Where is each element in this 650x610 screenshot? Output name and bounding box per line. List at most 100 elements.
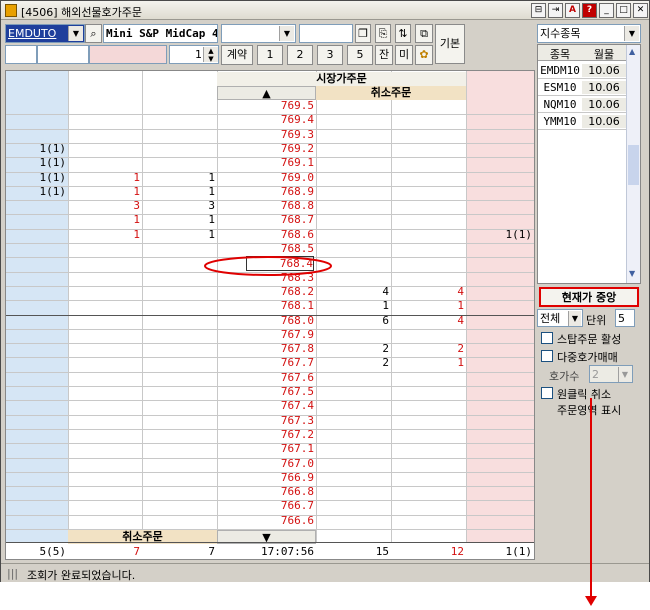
bid-order-cell[interactable]: [391, 171, 464, 185]
remain-button[interactable]: 잔: [375, 45, 393, 65]
bid-cancel-cell[interactable]: [466, 142, 532, 156]
bid-order-cell[interactable]: [391, 414, 464, 428]
ask-cancel-cell[interactable]: [6, 242, 66, 256]
bid-cancel-cell[interactable]: [466, 242, 532, 256]
bid-cancel-cell[interactable]: [466, 371, 532, 385]
copy-icon[interactable]: ❐: [355, 24, 371, 43]
ask-cancel-cell[interactable]: [6, 399, 66, 413]
bid-order-cell[interactable]: [391, 514, 464, 528]
bid-order-cell[interactable]: [391, 271, 464, 285]
ask-order-cell[interactable]: [68, 399, 140, 413]
ask-order-cell[interactable]: [68, 156, 140, 170]
ask-order-cell[interactable]: [68, 99, 140, 113]
bid-cancel-cell[interactable]: [466, 299, 532, 313]
price-cell[interactable]: 768.9: [217, 185, 314, 199]
price-cell[interactable]: 767.8: [217, 342, 314, 356]
bid-order-cell[interactable]: [391, 399, 464, 413]
gear-icon[interactable]: ✿: [415, 45, 433, 65]
ask-order-cell[interactable]: [68, 299, 140, 313]
price-cell[interactable]: 769.4: [217, 113, 314, 127]
index-symbol-dropdown[interactable]: 지수종목 ▼: [537, 24, 641, 43]
ask-cancel-cell[interactable]: [6, 99, 66, 113]
bid-cancel-cell[interactable]: [466, 128, 532, 142]
bid-order-cell[interactable]: [391, 256, 464, 270]
stepper-arrows-icon[interactable]: ▲ ▼: [203, 47, 218, 63]
ask-qty-cell[interactable]: [142, 385, 215, 399]
ask-order-cell[interactable]: [68, 371, 140, 385]
ask-order-cell[interactable]: [68, 271, 140, 285]
ask-qty-cell[interactable]: 1: [142, 185, 215, 199]
ask-order-cell[interactable]: [68, 514, 140, 528]
ask-cancel-cell[interactable]: 1(1): [6, 171, 67, 185]
ask-cancel-cell[interactable]: [6, 271, 66, 285]
chevron-up-icon[interactable]: ▲: [629, 47, 635, 56]
bid-cancel-cell[interactable]: [466, 271, 532, 285]
bid-qty-cell[interactable]: 1: [316, 299, 389, 313]
ask-cancel-cell[interactable]: [6, 514, 66, 528]
ask-order-cell[interactable]: 1: [68, 185, 140, 199]
bid-order-cell[interactable]: [391, 457, 464, 471]
bid-cancel-cell[interactable]: [466, 399, 532, 413]
bid-qty-cell[interactable]: [316, 99, 389, 113]
bid-qty-cell[interactable]: [316, 457, 389, 471]
search-button[interactable]: ⌕: [85, 24, 102, 43]
ask-order-cell[interactable]: 1: [68, 228, 140, 242]
bid-order-cell[interactable]: 1: [391, 299, 464, 313]
bid-qty-cell[interactable]: [316, 171, 389, 185]
ask-qty-cell[interactable]: 1: [142, 213, 215, 227]
stop-order-checkbox[interactable]: [541, 332, 553, 344]
price-cell[interactable]: 768.6: [217, 228, 314, 242]
chevron-down-icon[interactable]: ▼: [629, 269, 635, 278]
bid-cancel-cell[interactable]: [466, 185, 532, 199]
mi-button[interactable]: 미: [395, 45, 413, 65]
ask-qty-cell[interactable]: [142, 314, 215, 328]
bid-qty-cell[interactable]: [316, 371, 389, 385]
ask-cancel-cell[interactable]: [6, 314, 66, 328]
bid-order-cell[interactable]: [391, 328, 464, 342]
bid-cancel-cell[interactable]: [466, 442, 532, 456]
ask-order-cell[interactable]: [68, 142, 140, 156]
price-cell[interactable]: 767.5: [217, 385, 314, 399]
bid-order-cell[interactable]: [391, 99, 464, 113]
ask-cancel-cell[interactable]: 1(1): [6, 156, 67, 170]
market-order-header[interactable]: 시장가주문: [217, 72, 466, 86]
bid-cancel-cell[interactable]: [466, 199, 532, 213]
scroll-thumb[interactable]: [628, 145, 639, 185]
bid-qty-cell[interactable]: [316, 113, 389, 127]
ask-cancel-cell[interactable]: [6, 342, 66, 356]
scope-dropdown[interactable]: 전체 ▼: [537, 309, 583, 327]
price-cell[interactable]: 768.1: [217, 299, 314, 313]
bid-qty-cell[interactable]: 4: [316, 285, 389, 299]
bid-cancel-cell[interactable]: [466, 285, 532, 299]
bid-cancel-cell[interactable]: [466, 514, 532, 528]
bid-cancel-cell[interactable]: [466, 99, 532, 113]
bid-cancel-cell[interactable]: [466, 171, 532, 185]
price-cell[interactable]: 767.4: [217, 399, 314, 413]
ask-qty-cell[interactable]: [142, 371, 215, 385]
ask-cancel-cell[interactable]: [6, 471, 66, 485]
ask-order-cell[interactable]: [68, 485, 140, 499]
font-size-icon[interactable]: A: [565, 3, 580, 18]
ask-order-cell[interactable]: 1: [68, 213, 140, 227]
ask-qty-cell[interactable]: [142, 471, 215, 485]
bid-qty-cell[interactable]: 6: [316, 314, 389, 328]
one-click-cancel-checkbox[interactable]: [541, 387, 553, 399]
ask-cancel-cell[interactable]: 1(1): [6, 142, 67, 156]
preset-1-button[interactable]: 1: [257, 45, 283, 65]
month-dropdown[interactable]: ▼: [221, 24, 296, 43]
price-cell[interactable]: 768.7: [217, 213, 314, 227]
bid-order-cell[interactable]: [391, 499, 464, 513]
price-cell[interactable]: 769.5: [217, 99, 314, 113]
bid-qty-cell[interactable]: [316, 328, 389, 342]
bid-order-cell[interactable]: [391, 428, 464, 442]
ask-qty-cell[interactable]: [142, 399, 215, 413]
bid-order-cell[interactable]: [391, 442, 464, 456]
bid-qty-cell[interactable]: [316, 185, 389, 199]
ask-qty-cell[interactable]: [142, 128, 215, 142]
ask-cancel-cell[interactable]: [6, 457, 66, 471]
bid-order-cell[interactable]: [391, 156, 464, 170]
ask-cancel-cell[interactable]: [6, 228, 66, 242]
ask-order-cell[interactable]: [68, 457, 140, 471]
price-cell[interactable]: 766.8: [217, 485, 314, 499]
bid-qty-cell[interactable]: [316, 399, 389, 413]
